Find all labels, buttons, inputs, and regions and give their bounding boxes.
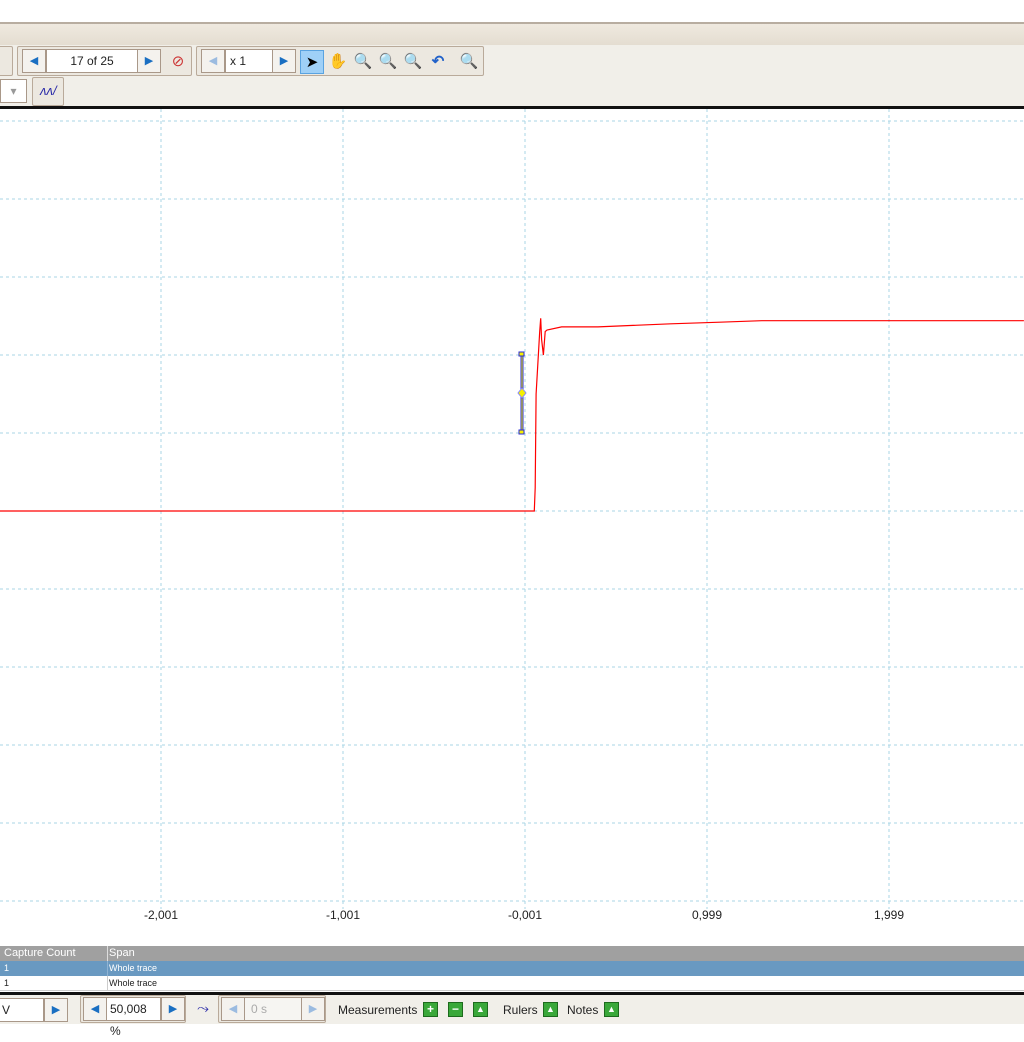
zoom-field[interactable]: x 1 (225, 49, 273, 73)
range-next-button[interactable]: ▶ (44, 998, 68, 1022)
measurements-menu-button[interactable]: ▲ (473, 1002, 488, 1017)
signal-generator-button[interactable]: ʌʌ/ (32, 77, 64, 106)
next-buffer-button[interactable]: ▶ (137, 49, 161, 73)
buffer-field[interactable]: 17 of 25 (46, 49, 138, 73)
zoom-toolbar: ◀ x 1 ▶ ➤ ✋ 🔍 🔍 🔍 ↶ 🔍 (196, 46, 484, 76)
main-toolbar: ◀ 17 of 25 ▶ ⊘ ◀ x 1 ▶ ➤ ✋ 🔍 🔍 🔍 ↶ 🔍 (0, 45, 1024, 77)
trigger-icon[interactable]: ⤳ (191, 997, 215, 1021)
range-field[interactable]: V (0, 998, 44, 1022)
undo-zoom-icon[interactable]: ↶ (426, 50, 450, 74)
cell-capture-count: 1 (4, 978, 10, 988)
zoom-overview-icon[interactable]: 🔍 (457, 50, 481, 74)
offset-next-button[interactable]: ▶ (161, 997, 185, 1021)
rulers-menu-button[interactable]: ▲ (543, 1002, 558, 1017)
notes-label: Notes (567, 1003, 599, 1017)
hand-pan-icon[interactable]: ✋ (326, 50, 350, 74)
buffer-navigator: ◀ 17 of 25 ▶ ⊘ (17, 46, 192, 76)
trigger-handle-top (518, 351, 525, 357)
secondary-toolbar: ▾ ʌʌ/ (0, 77, 1024, 106)
delay-next-button[interactable]: ▶ (301, 997, 325, 1021)
delay-field[interactable]: 0 s (244, 997, 302, 1021)
select-arrow-icon[interactable]: ➤ (300, 50, 324, 74)
scope-plot[interactable] (0, 109, 1024, 945)
channel-dropdown[interactable]: ▾ (0, 79, 27, 103)
notes-menu-button[interactable]: ▲ (604, 1002, 619, 1017)
x-tick-label: -2,001 (143, 908, 179, 922)
x-tick-label: 0,999 (691, 908, 723, 922)
delay-prev-button[interactable]: ◀ (221, 997, 245, 1021)
toolbar-group-left (0, 46, 13, 76)
title-bar (0, 0, 1024, 22)
offset-field[interactable]: 50,008 % (106, 997, 161, 1038)
compass-icon[interactable]: ⊘ (166, 50, 190, 74)
cell-span: Whole trace (107, 961, 157, 976)
remove-measurement-button[interactable]: − (448, 1002, 463, 1017)
next-zoom-button[interactable]: ▶ (272, 49, 296, 73)
cell-span: Whole trace (107, 976, 157, 991)
zoom-area-icon[interactable]: 🔍 (351, 50, 375, 74)
x-tick-label: 1,999 (873, 908, 905, 922)
channel-trace (0, 318, 1024, 512)
cell-capture-count: 1 (4, 963, 10, 973)
zoom-out-icon[interactable]: 🔍 (401, 50, 425, 74)
table-row[interactable]: 1 Whole trace (0, 961, 1024, 976)
delay-control: ◀ 0 s ▶ (218, 995, 326, 1023)
measurements-table-header: Capture Count Span (0, 946, 1024, 961)
offset-prev-button[interactable]: ◀ (83, 997, 107, 1021)
x-tick-label: -0,001 (507, 908, 543, 922)
prev-zoom-button[interactable]: ◀ (201, 49, 225, 73)
add-measurement-button[interactable]: + (423, 1002, 438, 1017)
waveform-icon: ʌʌ/ (40, 83, 57, 98)
zoom-in-icon[interactable]: 🔍 (376, 50, 400, 74)
offset-control: ◀ 50,008 % ▶ (80, 995, 186, 1038)
trigger-point-icon (517, 387, 527, 399)
header-span: Span (107, 946, 135, 961)
trigger-handle-bottom (518, 429, 525, 435)
header-capture-count: Capture Count (4, 947, 76, 959)
bottom-toolbar: V ▶ ◀ 50,008 % ▶ ⤳ ◀ 0 s ▶ Measurements … (0, 995, 1024, 1038)
measurements-label: Measurements (338, 1003, 418, 1017)
prev-buffer-button[interactable]: ◀ (22, 49, 46, 73)
rulers-label: Rulers (503, 1003, 538, 1017)
menu-band (0, 22, 1024, 45)
table-row[interactable]: 1 Whole trace (0, 976, 1024, 991)
x-tick-label: -1,001 (325, 908, 361, 922)
